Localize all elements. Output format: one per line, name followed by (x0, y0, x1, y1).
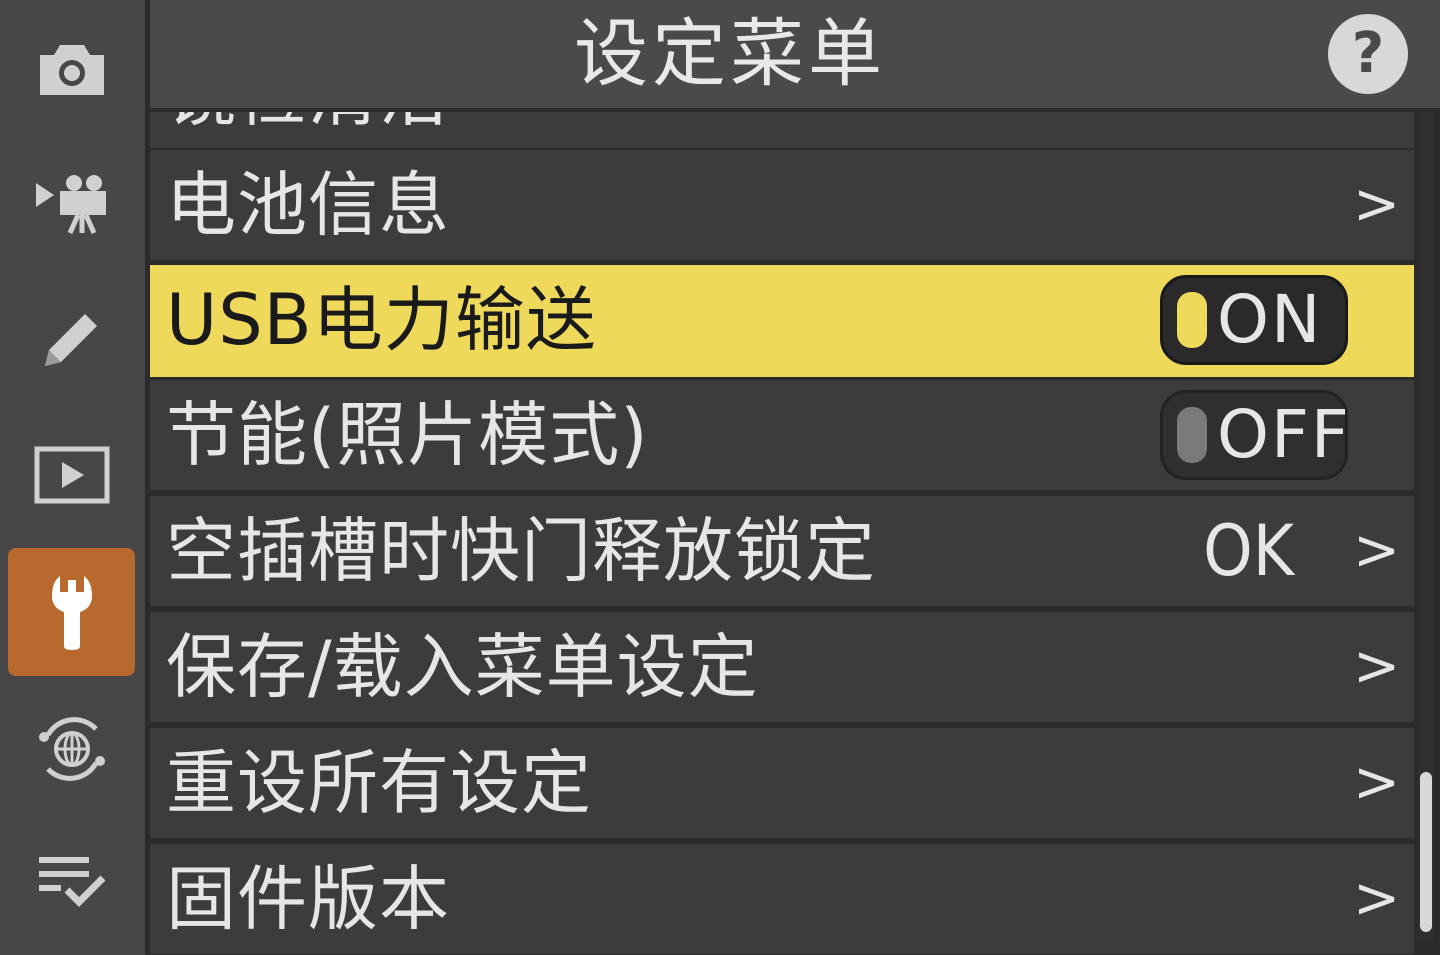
menu-item-energy-saving[interactable]: 节能(照片模式) OFF (150, 380, 1414, 490)
setup-menu-list: 镜检清洁 电池信息 > USB电力输送 ON 节能(照片模式) OFF 空插槽时… (150, 108, 1414, 955)
tab-my-menu[interactable] (8, 828, 135, 938)
chevron-right-icon: > (1353, 634, 1400, 699)
tab-setup[interactable] (8, 548, 135, 676)
usb-power-toggle[interactable]: ON (1160, 275, 1348, 365)
wrench-icon (51, 576, 92, 650)
menu-item-partial[interactable]: 镜检清洁 (150, 112, 1414, 148)
scrollbar[interactable] (1418, 112, 1434, 942)
menu-item-battery-info[interactable]: 电池信息 > (150, 150, 1414, 260)
menu-item-save-load-settings[interactable]: 保存/载入菜单设定 > (150, 612, 1414, 722)
toggle-state: OFF (1217, 396, 1351, 473)
help-button[interactable]: ? (1328, 14, 1408, 94)
tab-custom-settings[interactable] (8, 284, 135, 394)
menu-item-firmware-version[interactable]: 固件版本 > (150, 844, 1414, 954)
menu-item-value: OK (1203, 510, 1294, 592)
menu-item-label: 保存/载入菜单设定 (166, 626, 759, 708)
menu-item-label: 节能(照片模式) (166, 394, 649, 476)
camera-icon (39, 45, 104, 95)
menu-item-label: USB电力输送 (166, 279, 597, 361)
menu-item-reset-all-settings[interactable]: 重设所有设定 > (150, 728, 1414, 838)
menu-item-empty-slot-release-lock[interactable]: 空插槽时快门释放锁定 OK > (150, 496, 1414, 606)
tab-movie-shooting[interactable] (8, 150, 135, 260)
menu-item-label: 空插槽时快门释放锁定 (166, 510, 876, 592)
menu-header: 设定菜单 ? (150, 0, 1440, 108)
setup-menu-screen: 设定菜单 ? 镜检清洁 电池信息 > USB电力输送 ON 节能(照片模式) O… (0, 0, 1440, 955)
energy-saving-toggle[interactable]: OFF (1160, 390, 1351, 480)
chevron-right-icon: > (1353, 518, 1400, 583)
toggle-state: ON (1217, 281, 1323, 358)
menu-item-label: 电池信息 (166, 164, 450, 246)
page-title: 设定菜单 (574, 11, 886, 97)
pencil-icon (44, 314, 97, 366)
movie-camera-icon (35, 175, 106, 235)
menu-item-label: 镜检清洁 (166, 112, 450, 148)
chevron-right-icon: > (1353, 172, 1400, 237)
toggle-knob (1177, 407, 1207, 463)
tab-network[interactable] (8, 694, 135, 804)
tab-photo-shooting[interactable] (8, 14, 135, 124)
chevron-right-icon: > (1353, 750, 1400, 815)
toggle-knob (1177, 292, 1207, 348)
menu-tab-sidebar (0, 0, 145, 955)
network-globe-icon (38, 717, 105, 781)
playback-icon (34, 446, 109, 504)
scrollbar-thumb[interactable] (1420, 772, 1432, 932)
chevron-right-icon: > (1353, 866, 1400, 931)
menu-item-usb-power-delivery[interactable]: USB电力输送 ON (150, 265, 1414, 377)
my-menu-icon (38, 857, 105, 907)
tab-playback[interactable] (8, 420, 135, 530)
menu-item-label: 重设所有设定 (166, 742, 592, 824)
menu-item-label: 固件版本 (166, 858, 450, 940)
